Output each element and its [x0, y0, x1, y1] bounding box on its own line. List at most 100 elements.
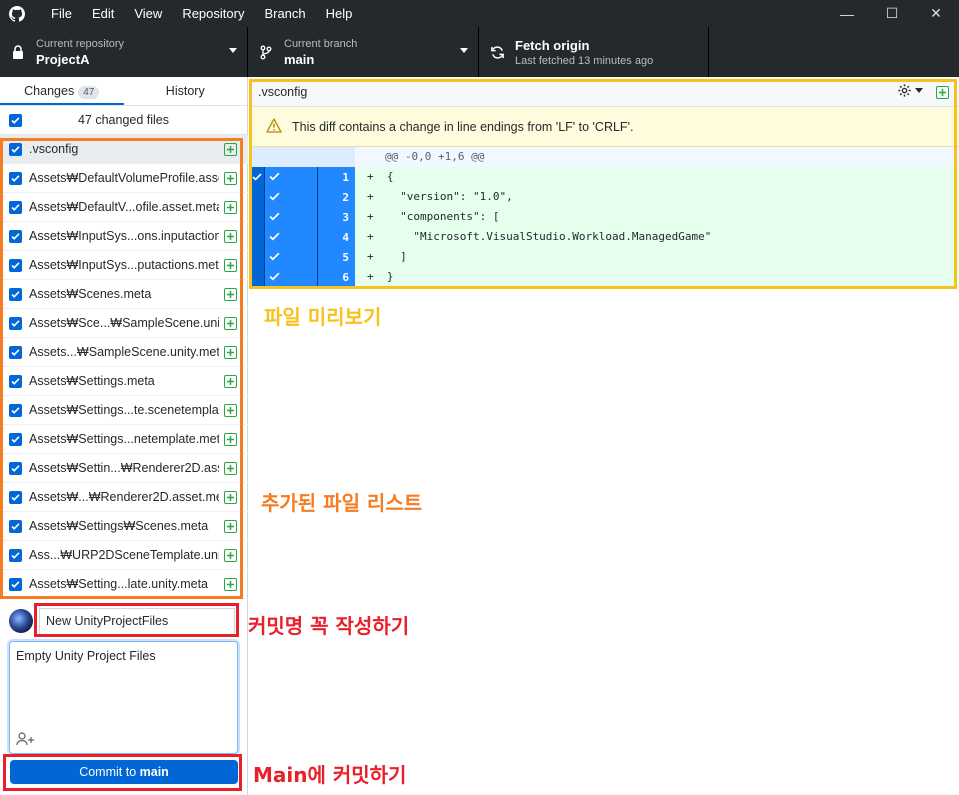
line-select-gutter[interactable]	[249, 247, 265, 267]
file-name: Assets₩...₩Renderer2D.asset.meta	[29, 490, 219, 504]
diff-panel: .vsconfig This diff contains a change in…	[249, 77, 959, 795]
file-checkbox[interactable]	[9, 142, 22, 156]
file-name: Assets₩DefaultVolumeProfile.asset	[29, 171, 219, 185]
file-checkbox[interactable]	[9, 316, 22, 330]
file-row[interactable]: Assets₩DefaultV...ofile.asset.meta	[0, 193, 248, 222]
file-checkbox[interactable]	[9, 374, 22, 388]
line-select-gutter[interactable]	[249, 187, 265, 207]
file-checkbox[interactable]	[9, 548, 22, 562]
file-checkbox[interactable]	[9, 519, 22, 533]
file-name: Assets₩DefaultV...ofile.asset.meta	[29, 200, 219, 214]
file-row[interactable]: Assets₩Settings.meta	[0, 367, 248, 396]
chevron-down-icon	[229, 48, 237, 53]
added-file-icon	[936, 86, 949, 99]
changes-count-badge: 47	[78, 86, 100, 99]
file-row[interactable]: .vsconfig	[0, 135, 248, 164]
annotation-commit-name: 커밋명 꼭 작성하기	[248, 614, 410, 638]
diff-line[interactable]: 4 + "Microsoft.VisualStudio.Workload.Mana…	[249, 227, 959, 247]
file-row[interactable]: Ass...₩URP2DSceneTemplate.unity	[0, 541, 248, 570]
added-file-icon	[224, 171, 237, 185]
file-row[interactable]: Assets₩Scenes.meta	[0, 280, 248, 309]
line-number-gutter[interactable]: 3	[265, 207, 355, 227]
sidebar-tabs: Changes 47 History	[0, 77, 247, 106]
line-select-gutter[interactable]	[249, 227, 265, 247]
menu-view[interactable]: View	[124, 0, 172, 27]
current-repository-button[interactable]: Current repository ProjectA	[0, 27, 248, 77]
commit-summary-input[interactable]: New UnityProjectFiles	[39, 608, 235, 635]
add-coauthor-icon[interactable]	[16, 732, 36, 749]
diff-line[interactable]: 3 + "components": [	[249, 207, 959, 227]
line-number-gutter[interactable]: 5	[265, 247, 355, 267]
diff-options-button[interactable]	[897, 83, 923, 98]
line-select-gutter[interactable]	[249, 207, 265, 227]
diff-line[interactable]: 2 + "version": "1.0",	[249, 187, 959, 207]
file-row[interactable]: Assets₩Settin...₩Renderer2D.asset	[0, 454, 248, 483]
menu-repository[interactable]: Repository	[172, 0, 254, 27]
file-checkbox[interactable]	[9, 432, 22, 446]
menu-branch[interactable]: Branch	[254, 0, 315, 27]
file-row[interactable]: Assets₩...₩Renderer2D.asset.meta	[0, 483, 248, 512]
gutter-separator	[317, 207, 318, 227]
menu-help[interactable]: Help	[316, 0, 363, 27]
file-row[interactable]: Assets₩Settings...te.scenetemplate	[0, 396, 248, 425]
file-checkbox[interactable]	[9, 200, 22, 214]
file-row[interactable]: Assets₩Settings...netemplate.meta	[0, 425, 248, 454]
close-button[interactable]: ✕	[913, 0, 959, 27]
file-row[interactable]: Assets₩InputSys...putactions.meta	[0, 251, 248, 280]
file-checkbox[interactable]	[9, 258, 22, 272]
line-select-gutter[interactable]	[249, 267, 265, 287]
fetch-origin-button[interactable]: Fetch origin Last fetched 13 minutes ago	[479, 27, 709, 77]
file-row[interactable]: Assets₩Settings₩Scenes.meta	[0, 512, 248, 541]
diff-file-path: .vsconfig	[258, 84, 308, 99]
line-number-gutter[interactable]: 4	[265, 227, 355, 247]
tab-changes-label: Changes	[24, 84, 75, 98]
file-row[interactable]: Assets₩Sce...₩SampleScene.unity	[0, 309, 248, 338]
minimize-button[interactable]: —	[824, 0, 870, 27]
file-row[interactable]: Assets₩InputSys...ons.inputactions	[0, 222, 248, 251]
line-number: 6	[342, 270, 349, 284]
commit-button[interactable]: Commit to main	[10, 760, 238, 784]
menu-edit[interactable]: Edit	[82, 0, 124, 27]
file-checkbox[interactable]	[9, 490, 22, 504]
line-number: 4	[342, 230, 349, 244]
alert-icon	[266, 117, 282, 136]
line-number-gutter[interactable]: 6	[265, 267, 355, 287]
repo-label: Current repository	[36, 37, 125, 50]
chevron-down-icon	[460, 48, 468, 53]
file-row[interactable]: Assets₩Setting...late.unity.meta	[0, 570, 248, 599]
line-number: 1	[342, 170, 349, 184]
check-icon	[269, 251, 280, 265]
file-checkbox[interactable]	[9, 287, 22, 301]
file-name: Assets₩Setting...late.unity.meta	[29, 577, 209, 591]
file-checkbox[interactable]	[9, 171, 22, 185]
file-checkbox[interactable]	[9, 229, 22, 243]
commit-description-text: Empty Unity Project Files	[16, 649, 156, 663]
commit-area: New UnityProjectFiles Empty Unity Projec…	[0, 599, 248, 795]
file-row[interactable]: Assets₩DefaultVolumeProfile.asset	[0, 164, 248, 193]
gutter-separator	[317, 227, 318, 247]
file-checkbox[interactable]	[9, 461, 22, 475]
file-checkbox[interactable]	[9, 403, 22, 417]
check-icon	[269, 271, 280, 285]
line-number-gutter[interactable]: 2	[265, 187, 355, 207]
file-checkbox[interactable]	[9, 345, 22, 359]
added-file-icon	[224, 200, 237, 214]
maximize-button[interactable]: ☐	[869, 0, 915, 27]
file-name: Assets₩Scenes.meta	[29, 287, 152, 301]
diff-line[interactable]: 1 + {	[249, 167, 959, 187]
check-icon	[269, 191, 280, 205]
tab-changes[interactable]: Changes 47	[0, 77, 124, 105]
current-branch-button[interactable]: Current branch main	[248, 27, 479, 77]
annotation-preview: 파일 미리보기	[264, 305, 382, 329]
diff-line[interactable]: 6 + }	[249, 267, 959, 287]
line-select-gutter[interactable]	[249, 167, 265, 187]
added-file-icon	[224, 316, 237, 330]
file-checkbox[interactable]	[9, 577, 22, 591]
menu-file[interactable]: File	[41, 0, 82, 27]
tab-history[interactable]: History	[124, 77, 248, 105]
diff-line[interactable]: 5 + ]	[249, 247, 959, 267]
added-file-icon	[224, 229, 237, 243]
file-row[interactable]: Assets...₩SampleScene.unity.meta	[0, 338, 248, 367]
commit-description-field[interactable]: Empty Unity Project Files	[9, 641, 238, 754]
line-number-gutter[interactable]: 1	[265, 167, 355, 187]
